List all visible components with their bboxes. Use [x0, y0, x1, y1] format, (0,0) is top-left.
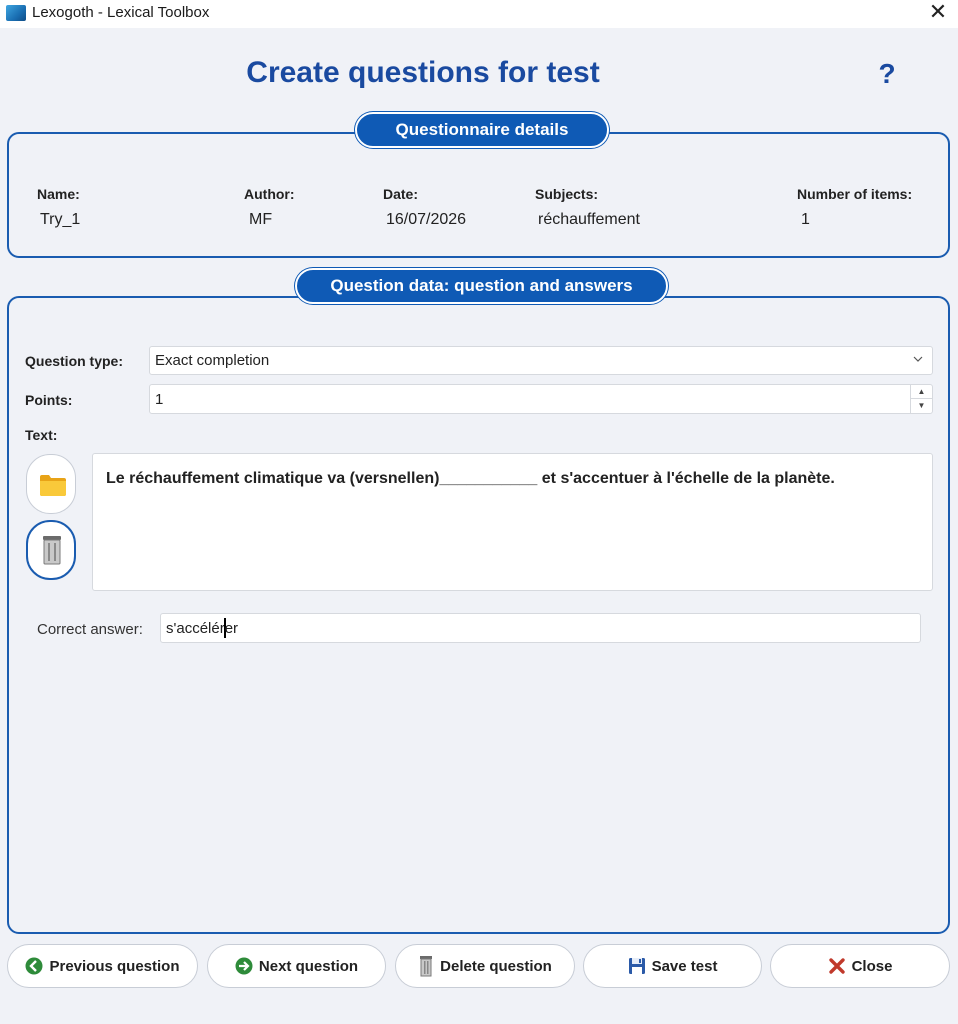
chevron-down-icon [912, 353, 924, 368]
date-value: 16/07/2026 [386, 211, 467, 228]
author-label: Author: [244, 186, 295, 202]
trash-icon [418, 955, 434, 977]
spin-down-icon[interactable]: ▼ [911, 399, 932, 413]
delete-question-button[interactable]: Delete question [395, 944, 575, 988]
question-data-group: Question type: Exact completion Points: … [7, 296, 950, 934]
correct-answer-value-part2: er [224, 619, 239, 637]
delete-question-label: Delete question [440, 957, 552, 975]
number-of-items-value: 1 [801, 211, 810, 228]
page-title: Create questions for test [246, 56, 600, 89]
clear-text-button[interactable] [26, 520, 76, 580]
title-bar: Lexogoth - Lexical Toolbox ✕ [0, 0, 958, 28]
questionnaire-details-group: Name: Try_1 Author: MF Date: 16/07/2026 … [7, 132, 950, 258]
question-text-area[interactable]: Le réchauffement climatique va (versnell… [92, 453, 933, 591]
subjects-value: réchauffement [538, 211, 640, 228]
correct-answer-label: Correct answer: [37, 621, 143, 638]
subjects-label: Subjects: [535, 186, 599, 202]
question-type-select[interactable]: Exact completion [149, 346, 933, 375]
window-close-button[interactable]: ✕ [924, 0, 952, 26]
name-label: Name: [37, 186, 80, 202]
arrow-right-circle-icon [235, 957, 253, 975]
points-label: Points: [25, 392, 73, 408]
correct-answer-input[interactable]: s'accélér er [160, 613, 921, 643]
previous-question-button[interactable]: Previous question [7, 944, 198, 988]
points-stepper[interactable]: 1 ▲ ▼ [149, 384, 933, 414]
points-spin-buttons[interactable]: ▲ ▼ [910, 385, 932, 413]
previous-question-label: Previous question [49, 957, 180, 975]
author-value: MF [249, 211, 273, 228]
correct-answer-value-part1: s'accélér [166, 619, 225, 637]
window-title: Lexogoth - Lexical Toolbox [32, 4, 210, 21]
close-button[interactable]: Close [770, 944, 950, 988]
save-test-button[interactable]: Save test [583, 944, 762, 988]
number-of-items-label: Number of items: [797, 186, 913, 202]
question-type-label: Question type: [25, 353, 124, 369]
open-file-button[interactable] [26, 454, 76, 514]
question-data-legend: Question data: question and answers [295, 268, 668, 304]
close-label: Close [851, 957, 893, 975]
app-icon [6, 5, 26, 21]
help-button[interactable]: ? [876, 58, 898, 92]
floppy-disk-icon [628, 957, 646, 975]
questionnaire-details-legend: Questionnaire details [355, 112, 609, 148]
spin-up-icon[interactable]: ▲ [911, 385, 932, 399]
save-test-label: Save test [651, 957, 718, 975]
date-label: Date: [383, 186, 419, 202]
arrow-left-circle-icon [25, 957, 43, 975]
trash-icon [40, 534, 64, 571]
next-question-label: Next question [258, 957, 359, 975]
points-value: 1 [155, 390, 164, 408]
next-question-button[interactable]: Next question [207, 944, 386, 988]
name-value: Try_1 [40, 211, 81, 228]
folder-icon [39, 473, 67, 502]
text-label: Text: [25, 427, 58, 443]
question-type-value: Exact completion [155, 352, 270, 369]
red-x-icon [828, 957, 846, 975]
